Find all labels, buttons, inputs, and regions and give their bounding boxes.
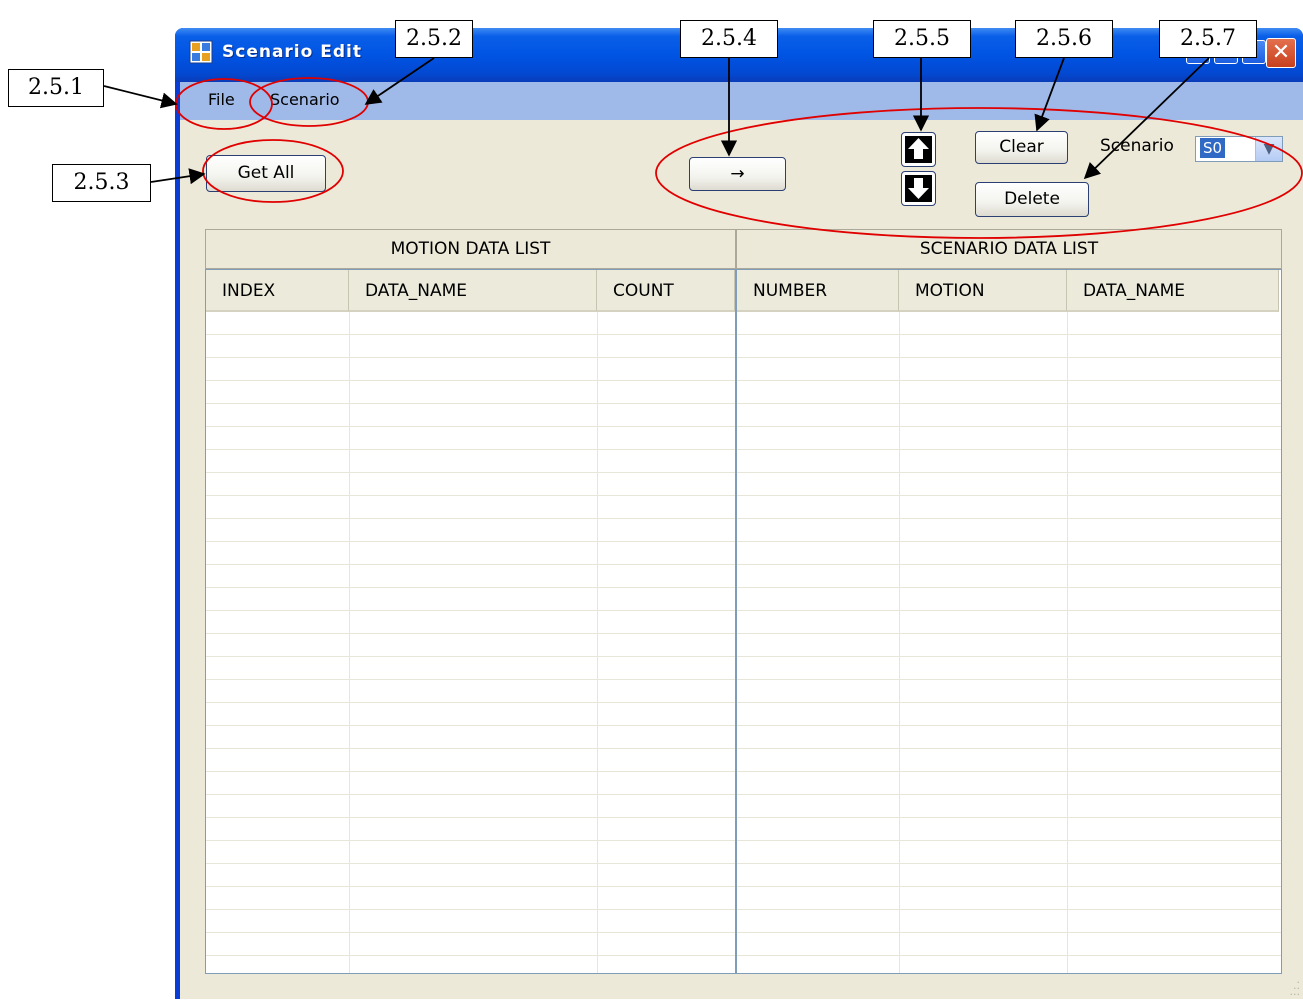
- menu-scenario[interactable]: Scenario: [270, 90, 340, 109]
- motion-rows[interactable]: [206, 312, 735, 973]
- annotation-label: 2.5.4: [680, 20, 778, 58]
- app-icon: [189, 40, 213, 64]
- delete-button[interactable]: Delete: [975, 182, 1089, 217]
- scenario-select-value: S0: [1200, 138, 1226, 158]
- resize-grip[interactable]: · ·· ···: [1284, 977, 1301, 1000]
- annotation-label: 2.5.3: [52, 164, 151, 202]
- column-divider: [1067, 312, 1068, 973]
- annotation-label: 2.5.5: [873, 20, 971, 58]
- column-divider: [899, 312, 900, 973]
- scenario-data-grid[interactable]: NUMBER MOTION DATA_NAME: [736, 269, 1282, 974]
- annotation-label: 2.5.2: [395, 20, 473, 58]
- clear-button[interactable]: Clear: [975, 131, 1068, 164]
- scenario-rows[interactable]: [737, 312, 1281, 973]
- column-header-data-name[interactable]: DATA_NAME: [1067, 270, 1279, 312]
- chevron-down-icon[interactable]: ▼: [1255, 137, 1282, 161]
- annotation-arrow: [103, 85, 178, 109]
- scenario-label: Scenario: [1100, 136, 1174, 156]
- column-divider: [597, 312, 598, 973]
- menu-bar: [180, 82, 1303, 120]
- motion-list-title: MOTION DATA LIST: [205, 229, 736, 269]
- column-header-motion[interactable]: MOTION: [899, 270, 1067, 312]
- get-all-button[interactable]: Get All: [206, 155, 326, 192]
- menu-file[interactable]: File: [208, 90, 235, 109]
- move-down-button[interactable]: [901, 171, 936, 206]
- column-header-index[interactable]: INDEX: [206, 270, 349, 312]
- column-header-count[interactable]: COUNT: [597, 270, 735, 312]
- annotation-label: 2.5.1: [8, 69, 104, 107]
- arrow-down-icon: [908, 178, 929, 199]
- annotation-label: 2.5.7: [1159, 20, 1257, 58]
- close-button[interactable]: ✕: [1266, 38, 1296, 68]
- column-header-data-name[interactable]: DATA_NAME: [349, 270, 597, 312]
- window-title: Scenario Edit: [222, 42, 362, 62]
- transfer-button[interactable]: →: [689, 157, 786, 191]
- move-up-button[interactable]: [901, 132, 936, 167]
- scenario-list-title: SCENARIO DATA LIST: [736, 229, 1282, 269]
- motion-data-grid[interactable]: INDEX DATA_NAME COUNT: [205, 269, 736, 974]
- annotation-label: 2.5.6: [1015, 20, 1113, 58]
- close-icon: ✕: [1271, 40, 1291, 65]
- column-header-number[interactable]: NUMBER: [737, 270, 899, 312]
- arrow-up-icon: [908, 138, 929, 159]
- column-divider: [349, 312, 350, 973]
